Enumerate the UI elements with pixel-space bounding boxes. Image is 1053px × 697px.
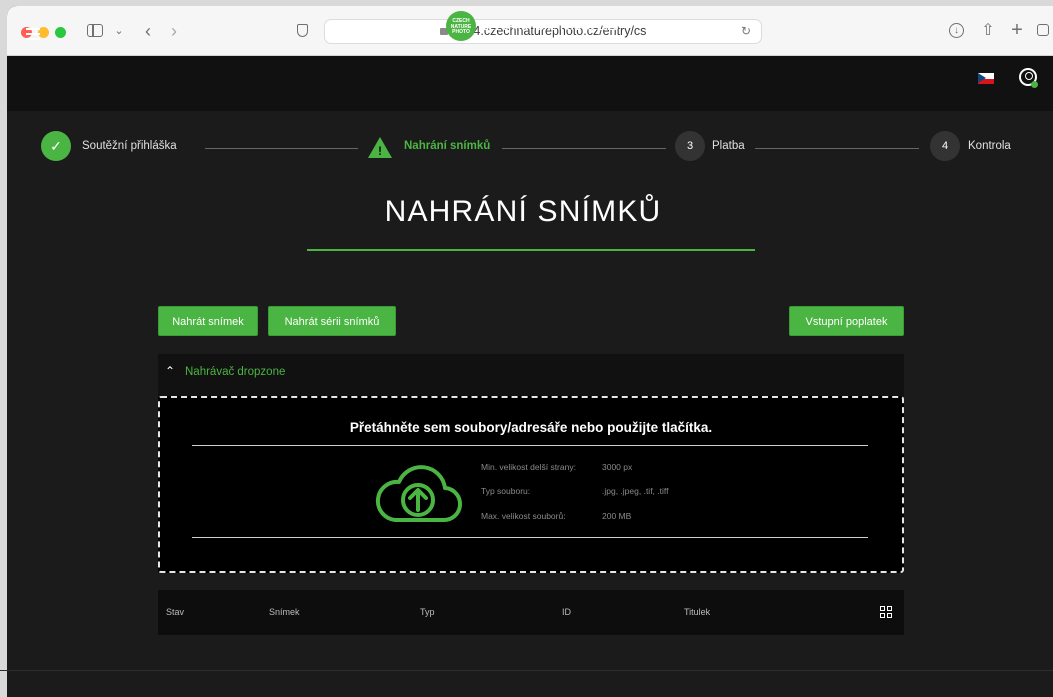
czech-flag-icon[interactable] [978,73,994,84]
step-3-label: Platba [712,140,745,152]
site-logo[interactable]: CZECH NATURE PHOTO [446,11,476,41]
step-4-number: 4 [930,131,960,161]
info-key-min-size: Min. velikost delší strany: [481,462,576,472]
step-connector [755,148,919,149]
sidebar-toggle-icon[interactable] [87,21,109,41]
step-connector [502,148,666,149]
info-value-min-size: 3000 px [602,462,633,472]
menu-icon[interactable] [26,28,40,43]
forward-icon[interactable]: › [167,21,181,41]
step-4-label: Kontrola [968,140,1011,152]
download-icon[interactable]: ↓ [949,21,967,41]
upload-photo-button[interactable]: Nahrát snímek [158,306,258,336]
divider [192,537,868,538]
column-header-photo[interactable]: Snímek [269,607,300,617]
online-status-dot [1031,81,1038,88]
step-1-label: Soutěžní přihláška [82,140,177,152]
info-value-max-size: 200 MB [602,511,632,521]
dropzone-instruction: Přetáhněte sem soubory/adresáře nebo pou… [349,420,713,435]
entry-fee-button[interactable]: Vstupní poplatek [789,306,904,336]
new-tab-icon[interactable]: + [1009,20,1025,41]
zoom-window-button[interactable] [55,27,66,38]
chevron-down-icon[interactable]: ⌄ [113,21,125,41]
dropzone-toggle[interactable]: Nahrávač dropzone [185,366,285,378]
step-connector [205,148,358,149]
footer-divider [0,670,1053,671]
page-title: NAHRÁNÍ SNÍMKŮ [384,195,662,228]
column-header-caption[interactable]: Titulek [684,607,710,617]
upload-series-button[interactable]: Nahrát sérii snímků [268,306,396,336]
site-header [7,56,1053,111]
info-key-file-type: Typ souboru: [481,486,531,496]
step-1-check-icon: ✓ [41,131,71,161]
warning-mark: ! [378,144,382,158]
reload-icon[interactable]: ↻ [741,24,751,38]
back-icon[interactable]: ‹ [141,21,155,41]
site-title[interactable]: CZECH NATURE PHOTO 2023 [482,22,619,33]
chevron-up-icon[interactable]: ⌃ [165,364,175,378]
tab-overview-icon[interactable] [1037,21,1051,41]
divider [192,445,868,446]
privacy-shield-icon[interactable] [297,21,311,41]
step-3-number: 3 [675,131,705,161]
step-2-label: Nahrání snímků [404,140,491,152]
column-header-id[interactable]: ID [562,607,571,617]
column-header-status[interactable]: Stav [166,607,184,617]
cloud-upload-icon[interactable] [373,460,463,530]
info-key-max-size: Max. velikost souborů: [481,511,566,521]
info-value-file-type: .jpg, .jpeg, .tif, .tiff [602,486,669,496]
title-underline [307,249,755,251]
share-icon[interactable]: ⇧ [980,21,996,41]
column-header-type[interactable]: Typ [420,607,435,617]
grid-view-icon[interactable] [880,606,893,619]
